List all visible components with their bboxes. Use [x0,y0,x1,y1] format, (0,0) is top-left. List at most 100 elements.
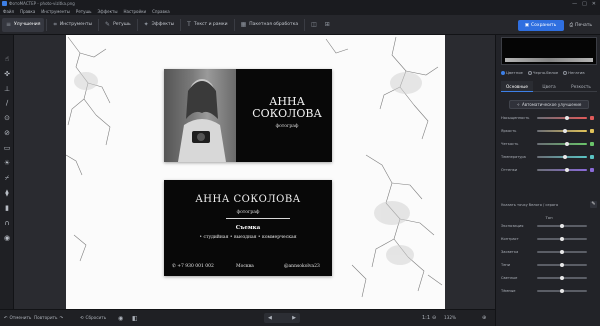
target-tool-icon[interactable]: ⊙ [3,114,11,122]
minimize-button[interactable]: — [572,1,577,7]
zoom-level[interactable]: 132% [444,315,456,320]
split-preview-icon[interactable]: ◧ [132,315,138,322]
menu-help[interactable]: Справка [152,9,170,14]
slider-track[interactable] [537,249,587,254]
slider-handle[interactable] [560,262,564,267]
text-icon: T [187,21,191,28]
tab-colors[interactable]: Цвета [533,81,565,92]
mask-tool-icon[interactable]: ◉ [3,234,11,242]
sun-tool-icon[interactable]: ☀ [3,159,11,167]
slider-track[interactable] [537,288,587,293]
reset-button[interactable]: ⟲ Сбросить [80,315,106,320]
slider-row: Оттенки [501,167,597,173]
card-profession: фотограф [275,124,299,129]
mode-label: Негатив [568,70,585,75]
toolbar-divider [304,18,306,31]
slider-label: Четкость [501,142,519,146]
prev-image-icon[interactable]: ◀ [268,315,272,321]
slider-handle[interactable] [560,223,564,228]
tab-retouch[interactable]: ✎ Ретушь [101,18,135,32]
slider-track[interactable] [537,128,587,133]
brush-tool-icon[interactable]: ∕ [3,99,11,107]
slider-track[interactable] [537,275,587,280]
slider-track[interactable] [537,223,587,228]
slider-handle[interactable] [562,128,567,133]
slider-handle[interactable] [565,167,569,172]
fit-button[interactable]: 1:1 [422,315,430,321]
undo-button[interactable]: ↶ Отменить [4,315,31,320]
image-canvas[interactable]: АННА СОКОЛОВА фотограф АННА СОКОЛОВА фот… [66,35,445,309]
eye-icon[interactable]: ◉ [118,315,123,322]
tab-text-frames[interactable]: T Текст и рамки [183,18,231,32]
toolbar-divider [136,18,138,31]
tab-batch[interactable]: ▦ Пакетная обработка [237,18,303,32]
heal-tool-icon[interactable]: ⊘ [3,129,11,137]
undo-label: Отменить [9,315,32,320]
mode-bw[interactable]: Черно-белое [527,70,558,75]
redo-button[interactable]: Повторить ↷ [34,315,63,320]
fill-tool-icon[interactable]: ⧫ [3,189,11,197]
frame-tool-icon[interactable]: ▭ [3,144,11,152]
toolbar-divider [180,18,182,31]
slider-handle[interactable] [565,141,569,146]
toolbar-right: ▣ Сохранить ⎙ Печать [517,15,600,35]
tab-sharpness[interactable]: Резкость [565,81,597,92]
split-view-icon: ⊞ [324,21,330,28]
mode-negative[interactable]: Негатив [563,70,585,75]
slider-track[interactable] [537,262,587,267]
panel-tabs: Основные Цвета Резкость [501,81,597,92]
zoom-out-icon[interactable]: ⊖ [432,315,436,321]
tab-label: Пакетная обработка [249,22,299,27]
radio-off-icon [563,71,568,75]
slider-handle[interactable] [560,236,564,241]
slider-row: Светлые [501,275,597,281]
slider-handle[interactable] [562,154,567,159]
redo-icon: ↷ [59,315,63,320]
brush-icon: ✎ [105,21,111,28]
close-button[interactable]: ✕ [592,1,596,7]
slider-track[interactable] [537,167,587,172]
maximize-button[interactable]: □ [582,1,587,7]
slider-handle[interactable] [565,115,569,120]
next-image-icon[interactable]: ▶ [292,315,296,321]
tab-effects[interactable]: ✦ Эффекты [140,18,179,32]
zoom-in-icon[interactable]: ⊕ [482,315,486,321]
menu-edit[interactable]: Правка [20,9,35,14]
slider-track[interactable] [537,141,587,146]
slider-handle[interactable] [560,288,564,293]
print-button[interactable]: ⎙ Печать [570,22,592,29]
compare-button[interactable]: ◫ [307,18,321,32]
slider-label: Контраст [501,237,519,241]
menu-settings[interactable]: Настройки [124,9,147,14]
tab-enhancements[interactable]: ≡ Улучшения [2,17,45,32]
radio-off-icon [527,71,532,75]
tab-basic[interactable]: Основные [501,81,533,92]
slider-label: Тёмные [501,289,516,293]
tab-tools[interactable]: ⌗ Инструменты [49,18,96,32]
auto-enhance-button[interactable]: ✧ Автоматическое улучшение [509,100,589,109]
slider-track[interactable] [537,154,587,159]
slider-handle[interactable] [560,275,564,280]
fix-tool-icon[interactable]: ✜ [3,70,11,78]
radio-on-icon [501,71,505,75]
select-tool-icon[interactable]: ☝ [3,55,11,63]
save-button[interactable]: ▣ Сохранить [517,19,564,31]
navigator-thumbnail[interactable] [501,37,597,65]
crop-view-button[interactable]: ⊞ [321,18,334,32]
magnet-tool-icon[interactable]: ∩ [3,219,11,227]
stamp-tool-icon[interactable]: ⊥ [3,85,11,93]
shape-tool-icon[interactable]: ▮ [3,204,11,212]
menu-file[interactable]: Файл [3,9,14,14]
eyedropper-tool-icon[interactable]: ⌿ [3,174,11,182]
mode-color[interactable]: Цветное [501,70,523,75]
sliders-icon: ≡ [6,21,12,28]
menu-tools[interactable]: Инструменты [41,9,70,14]
menu-retouch[interactable]: Ретушь [76,9,92,14]
eyedropper-icon[interactable]: ✎ [590,201,597,208]
slider-track[interactable] [537,236,587,241]
slider-label: Насыщенность [501,116,530,120]
slider-handle[interactable] [560,249,564,254]
tab-label: Эффекты [151,22,175,27]
slider-track[interactable] [537,115,587,120]
menu-effects[interactable]: Эффекты [98,9,118,14]
